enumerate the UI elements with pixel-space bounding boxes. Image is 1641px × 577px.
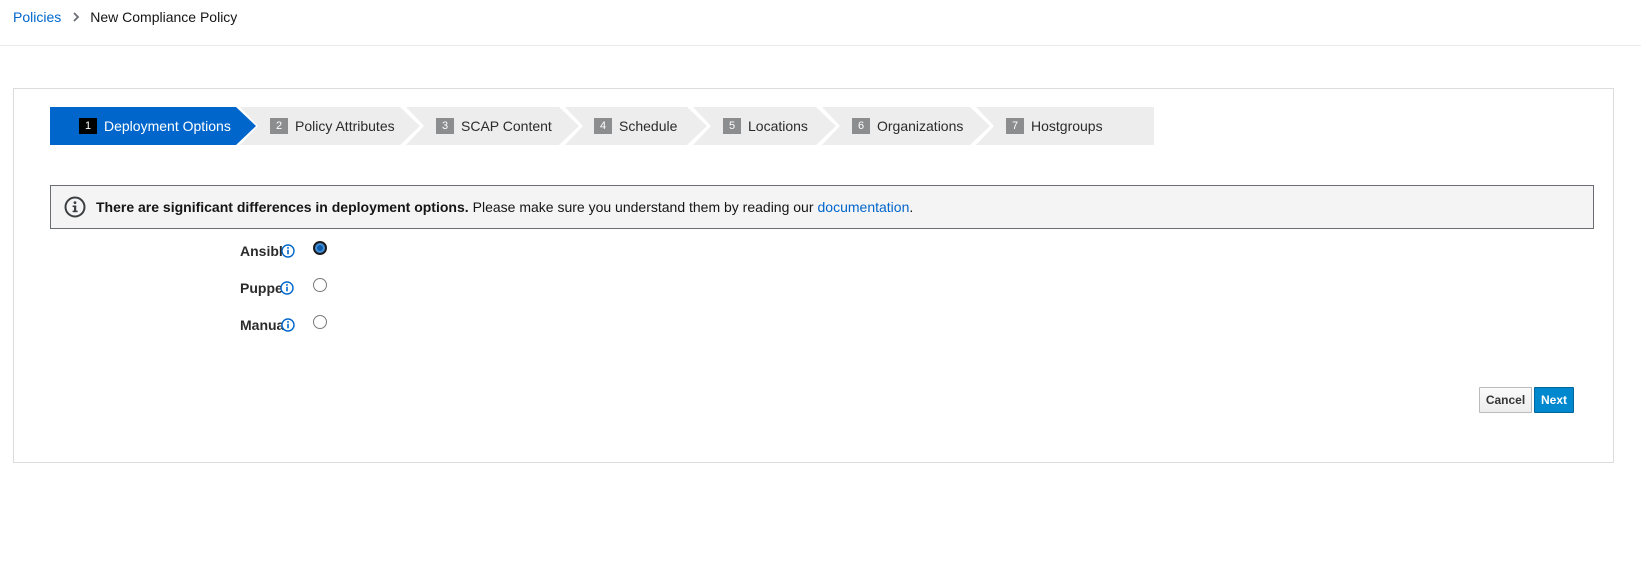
step-label: SCAP Content — [461, 118, 552, 134]
info-circle-icon[interactable] — [281, 239, 295, 263]
step-label: Deployment Options — [104, 118, 231, 134]
alert-title: There are significant differences in dep… — [96, 199, 469, 215]
cancel-button[interactable]: Cancel — [1479, 387, 1532, 413]
info-alert: There are significant differences in dep… — [50, 185, 1594, 229]
step-number: 5 — [723, 118, 741, 134]
step-number: 1 — [79, 118, 97, 134]
step-number: 3 — [436, 118, 454, 134]
step-label: Policy Attributes — [295, 118, 395, 134]
step-label: Locations — [748, 118, 808, 134]
breadcrumb-link-policies[interactable]: Policies — [13, 9, 61, 25]
step-number: 2 — [270, 118, 288, 134]
wizard-step-hostgroups[interactable]: 7 Hostgroups — [976, 107, 1154, 145]
next-button[interactable]: Next — [1534, 387, 1574, 413]
wizard-step-organizations[interactable]: 6 Organizations — [822, 107, 991, 145]
wizard-card: 1 Deployment Options 2 Policy Attributes… — [13, 88, 1614, 463]
chevron-right-icon — [73, 12, 80, 22]
step-number: 6 — [852, 118, 870, 134]
info-circle-icon — [64, 196, 86, 218]
wizard-step-schedule[interactable]: 4 Schedule — [565, 107, 708, 145]
step-label: Organizations — [877, 118, 964, 134]
alert-trailing: . — [909, 199, 914, 215]
step-number: 4 — [594, 118, 612, 134]
breadcrumb: Policies New Compliance Policy — [13, 6, 237, 28]
step-label: Hostgroups — [1031, 118, 1103, 134]
breadcrumb-current: New Compliance Policy — [90, 9, 238, 25]
radio-puppet[interactable] — [313, 278, 327, 292]
wizard-step-policy-attributes[interactable]: 2 Policy Attributes — [240, 107, 421, 145]
step-label: Schedule — [619, 118, 678, 134]
wizard-step-scap-content[interactable]: 3 SCAP Content — [406, 107, 580, 145]
wizard-step-locations[interactable]: 5 Locations — [693, 107, 837, 145]
step-number: 7 — [1006, 118, 1024, 134]
info-circle-icon[interactable] — [281, 313, 295, 337]
documentation-link[interactable]: documentation — [818, 199, 910, 215]
alert-text: Please make sure you understand them by … — [472, 199, 814, 215]
radio-manual[interactable] — [313, 315, 327, 329]
info-circle-icon[interactable] — [280, 276, 294, 300]
radio-ansible[interactable] — [313, 241, 327, 255]
wizard-steps: 1 Deployment Options 2 Policy Attributes… — [50, 107, 1156, 145]
wizard-step-deployment-options[interactable]: 1 Deployment Options — [50, 107, 257, 145]
header-divider — [0, 45, 1641, 46]
